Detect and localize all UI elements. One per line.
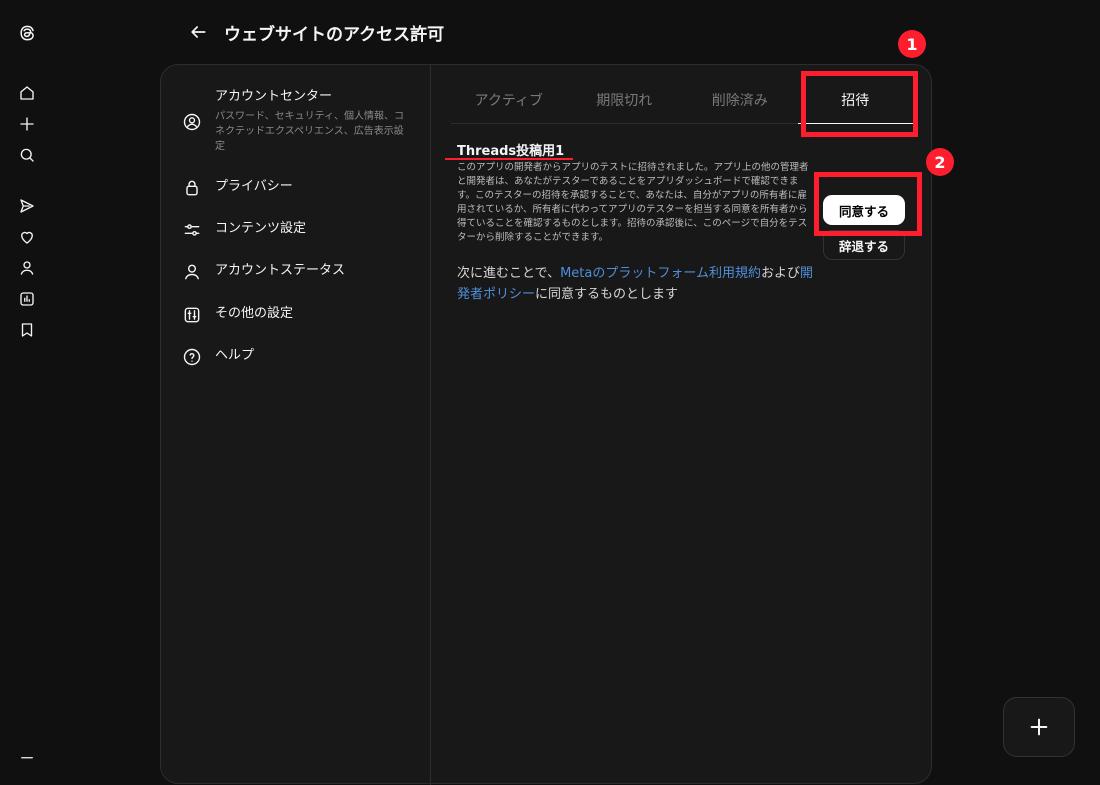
help-label: ヘルプ [215,348,255,363]
bookmark-icon[interactable] [17,320,37,340]
menu-item-account-status[interactable]: アカウントステータス [181,261,345,283]
annotation-underline [445,158,573,160]
menu-item-help[interactable]: ヘルプ [181,346,254,368]
platform-terms-link[interactable]: Metaのプラットフォーム利用規約 [560,266,761,281]
sliders-icon [181,219,203,241]
page-header: ウェブサイトのアクセス許可 [186,20,445,45]
invite-description: このアプリの開発者からアプリのテストに招待されました。アプリ上の他の管理者と開発… [457,162,809,243]
privacy-label: プライバシー [215,179,293,194]
account-status-label: アカウントステータス [215,263,346,278]
menu-item-account-center[interactable]: アカウントセンター パスワード、セキュリティ、個人情報、コネクテッドエクスペリエ… [181,87,410,154]
menu-item-privacy[interactable]: プライバシー [181,177,293,199]
profile-icon[interactable] [17,258,37,278]
home-icon[interactable] [17,83,37,103]
new-post-button[interactable] [1003,697,1075,757]
lock-icon [181,177,203,199]
consent-text: 次に進むことで、Metaのプラットフォーム利用規約および開発者ポリシーに同意する… [457,263,817,305]
help-icon [181,346,203,368]
consent-prefix: 次に進むことで、 [457,266,561,281]
account-center-subtext: パスワード、セキュリティ、個人情報、コネクテッドエクスペリエンス、広告表示設定 [215,111,404,152]
content-settings-label: コンテンツ設定 [215,221,307,236]
menu-item-content-settings[interactable]: コンテンツ設定 [181,219,306,241]
annotation-badge-2: 2 [926,148,954,176]
heart-icon[interactable] [17,227,37,247]
nav-rail [0,0,56,765]
back-arrow-icon[interactable] [186,20,210,44]
annotation-box-button [814,172,922,236]
search-icon[interactable] [17,145,37,165]
consent-suffix: に同意するものとします [535,287,679,302]
tab-removed[interactable]: 削除済み [682,83,798,123]
annotation-badge-1: 1 [898,30,926,58]
account-center-label: アカウントセンター [215,89,333,104]
threads-logo-icon[interactable] [17,23,37,43]
invited-app-name: Threads投稿用1 [457,144,565,159]
panel-divider [430,65,431,785]
tab-expired[interactable]: 期限切れ [567,83,683,123]
page-title: ウェブサイトのアクセス許可 [224,24,445,45]
person-icon [181,261,203,283]
annotation-box-tab [801,71,918,137]
other-settings-label: その他の設定 [215,306,294,321]
plus-icon [1030,718,1048,736]
adjustments-icon [181,304,203,326]
consent-mid: および [760,266,800,281]
menu-icon[interactable] [17,750,37,770]
plus-icon[interactable] [17,114,37,134]
tab-active[interactable]: アクティブ [451,83,567,123]
send-icon[interactable] [17,196,37,216]
insights-icon[interactable] [17,289,37,309]
account-circle-icon [181,111,203,133]
menu-item-other-settings[interactable]: その他の設定 [181,304,293,326]
